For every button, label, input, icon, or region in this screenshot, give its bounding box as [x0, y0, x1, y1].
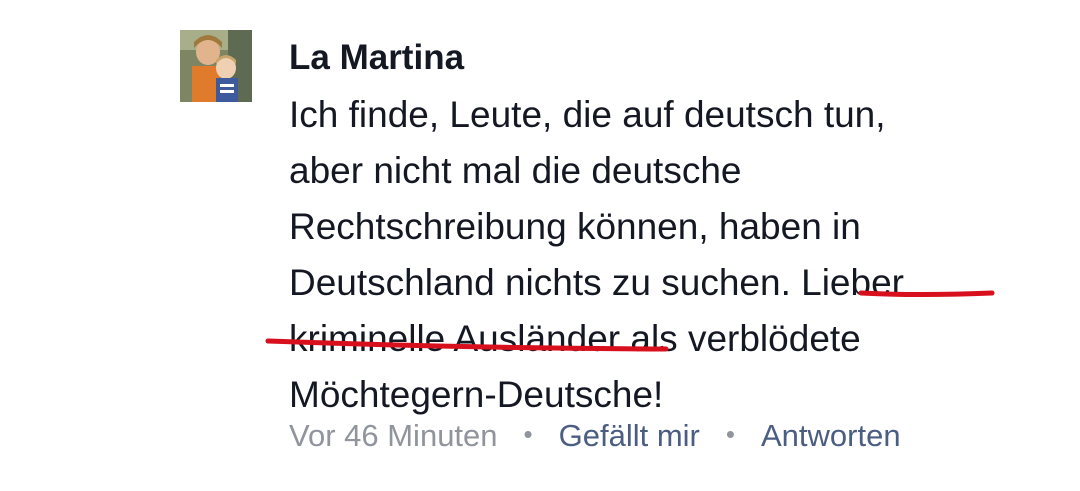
comment-text-line: Deutschland nichts zu suchen. Lieber [289, 262, 904, 303]
avatar[interactable] [180, 30, 252, 102]
like-button[interactable]: Gefällt mir [559, 418, 700, 453]
separator-dot: • [725, 419, 735, 449]
comment-text-line: kriminelle Ausländer als verblödete [289, 318, 861, 359]
user-photo-icon [180, 30, 252, 102]
comment-text-line: Ich finde, Leute, die auf deutsch tun, [289, 94, 886, 135]
comment-text: Ich finde, Leute, die auf deutsch tun, a… [289, 87, 1049, 423]
comment-text-line: Möchtegern-Deutsche! [289, 374, 664, 415]
comment-text-line: aber nicht mal die deutsche [289, 150, 742, 191]
comment-text-line: Rechtschreibung können, haben in [289, 206, 861, 247]
comment-author[interactable]: La Martina [289, 38, 464, 78]
comment-meta: Vor 46 Minuten • Gefällt mir • Antworten [289, 418, 901, 454]
separator-dot: • [523, 419, 533, 449]
reply-button[interactable]: Antworten [761, 418, 901, 453]
timestamp: Vor 46 Minuten [289, 418, 498, 453]
comment: La Martina Ich finde, Leute, die auf deu… [0, 0, 1080, 491]
